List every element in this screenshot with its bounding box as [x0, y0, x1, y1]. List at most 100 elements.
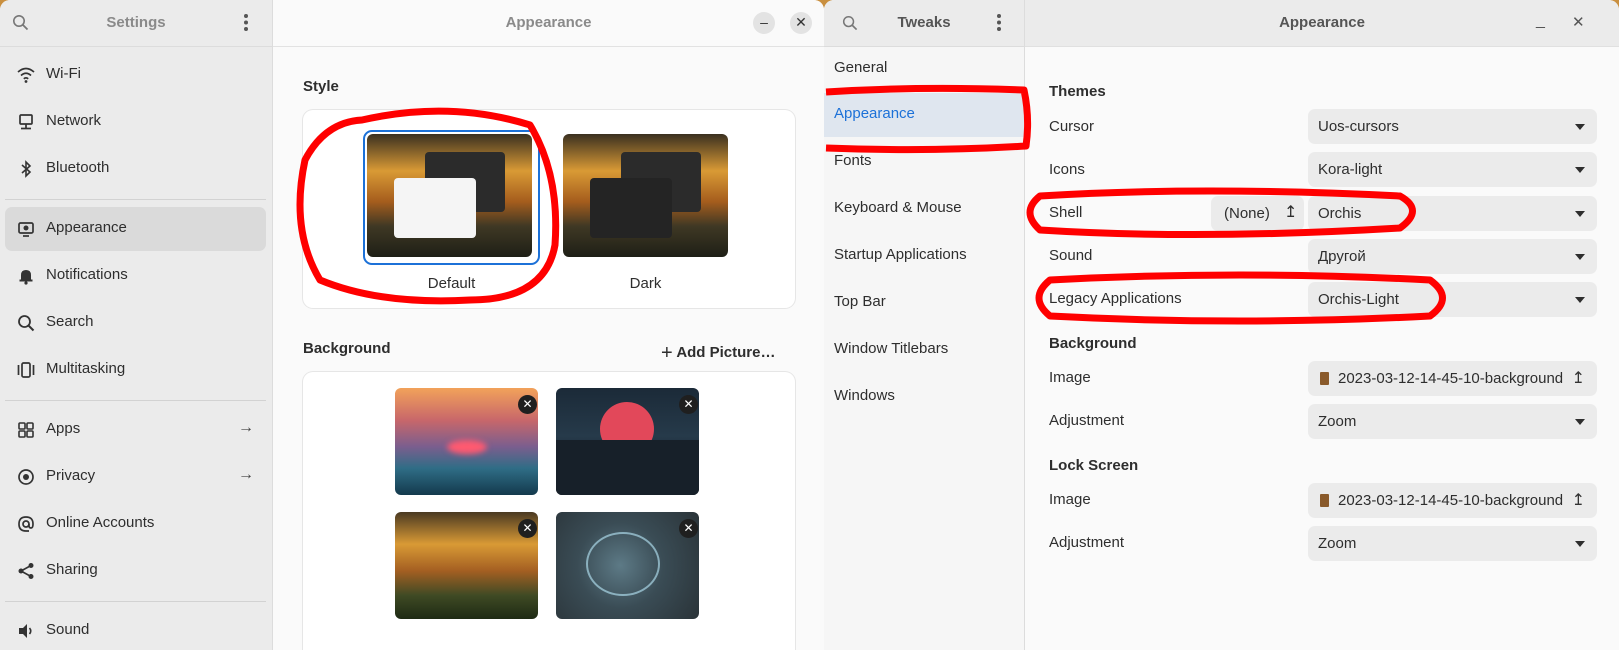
wallpaper-thumb[interactable]: [556, 512, 699, 619]
chevron-down-icon: [1575, 167, 1585, 173]
tweaks-nav-fonts[interactable]: Fonts: [824, 140, 1024, 184]
page-title: Appearance: [1279, 14, 1365, 31]
icons-label: Icons: [1049, 161, 1085, 178]
sidebar-item-appearance[interactable]: Appearance: [5, 207, 266, 251]
tweaks-nav-label: Fonts: [834, 152, 872, 169]
sound-dropdown[interactable]: Другой: [1308, 239, 1597, 274]
tweaks-window: Tweaks General Appearance Fonts Keyboard…: [824, 0, 1619, 650]
sidebar-item-sound[interactable]: Sound: [5, 609, 266, 650]
chevron-down-icon: [1575, 297, 1585, 303]
sidebar-item-search[interactable]: Search: [5, 301, 266, 345]
tweaks-nav-label: Window Titlebars: [834, 340, 949, 357]
style-dark-option[interactable]: [563, 134, 728, 257]
lock-image-chooser[interactable]: 2023-03-12-14-45-10-background ↥: [1308, 483, 1597, 518]
background-adjustment-dropdown[interactable]: Zoom: [1308, 404, 1597, 439]
menu-icon[interactable]: [996, 13, 1002, 32]
settings-main-header: Appearance – ✕: [273, 0, 824, 47]
style-section-title: Style: [303, 78, 339, 95]
tweaks-nav-startup-applications[interactable]: Startup Applications: [824, 234, 1024, 278]
image-file-icon: [1320, 372, 1329, 385]
sidebar-item-label: Bluetooth: [46, 159, 110, 176]
cursor-dropdown[interactable]: Uos-cursors: [1308, 109, 1597, 144]
sidebar-item-privacy[interactable]: Privacy →: [5, 455, 266, 499]
sidebar-item-bluetooth[interactable]: Bluetooth: [5, 147, 266, 191]
search-icon: [18, 315, 35, 332]
shell-label: Shell: [1049, 204, 1083, 221]
sidebar-item-label: Sharing: [46, 561, 98, 578]
style-dark-label: Dark: [629, 275, 662, 292]
sidebar-item-label: Appearance: [46, 219, 127, 236]
tweaks-nav-label: Keyboard & Mouse: [834, 199, 962, 216]
sound-value: Другой: [1318, 248, 1366, 265]
tweaks-nav-appearance[interactable]: Appearance: [824, 93, 1024, 137]
cursor-value: Uos-cursors: [1318, 118, 1399, 135]
remove-wallpaper-button[interactable]: ✕: [518, 395, 537, 414]
wifi-icon: [17, 67, 35, 83]
sidebar-item-apps[interactable]: Apps →: [5, 408, 266, 452]
close-button[interactable]: ✕: [1572, 13, 1585, 31]
remove-wallpaper-button[interactable]: ✕: [518, 519, 537, 538]
remove-wallpaper-button[interactable]: ✕: [679, 519, 698, 538]
legacy-value: Orchis-Light: [1318, 291, 1399, 308]
shell-none-button[interactable]: (None) ↥: [1211, 196, 1304, 231]
arrow-right-icon: →: [238, 419, 254, 436]
chevron-down-icon: [1575, 419, 1585, 425]
bell-icon: [19, 270, 33, 285]
tweaks-nav-top-bar[interactable]: Top Bar: [824, 281, 1024, 325]
image-file-icon: [1320, 494, 1329, 507]
sidebar-item-network[interactable]: Network: [5, 100, 266, 144]
sidebar-item-sharing[interactable]: Sharing: [5, 549, 266, 593]
sidebar-item-label: Apps: [46, 420, 81, 437]
minimize-button[interactable]: _: [1536, 12, 1545, 30]
add-picture-button[interactable]: + Add Picture…: [661, 340, 776, 364]
sidebar-item-notifications[interactable]: Notifications: [5, 254, 266, 298]
sidebar-separator: [5, 601, 266, 602]
sidebar-separator: [5, 400, 266, 401]
shell-dropdown[interactable]: Orchis: [1308, 196, 1597, 231]
add-picture-label: Add Picture…: [676, 344, 776, 361]
background-image-chooser[interactable]: 2023-03-12-14-45-10-background ↥: [1308, 361, 1597, 396]
wallpaper-thumb[interactable]: [395, 512, 538, 619]
sidebar-item-multitasking[interactable]: Multitasking: [5, 348, 266, 392]
lock-adjustment-dropdown[interactable]: Zoom: [1308, 526, 1597, 561]
minimize-button[interactable]: –: [753, 12, 775, 34]
background-adjustment-label: Adjustment: [1049, 412, 1125, 429]
default-style-preview: [367, 134, 532, 257]
style-default-option[interactable]: [363, 130, 540, 265]
tweaks-nav-windows[interactable]: Windows: [824, 375, 1024, 419]
tweaks-main: Appearance _ ✕ Themes Cursor Uos-cursors…: [1025, 0, 1619, 650]
icons-value: Kora-light: [1318, 161, 1383, 178]
settings-sidebar-header: Settings: [0, 0, 272, 47]
arrow-right-icon: →: [238, 466, 254, 483]
sidebar-item-label: Wi-Fi: [46, 65, 81, 82]
wallpaper-thumb[interactable]: [556, 388, 699, 495]
sidebar-item-label: Sound: [46, 621, 90, 638]
remove-wallpaper-button[interactable]: ✕: [679, 395, 698, 414]
settings-sidebar: Settings Wi-Fi Network Bluetooth Appeara…: [0, 0, 273, 650]
search-icon[interactable]: [842, 15, 858, 31]
shell-none-label: (None): [1224, 205, 1270, 222]
icons-dropdown[interactable]: Kora-light: [1308, 152, 1597, 187]
sidebar-item-online-accounts[interactable]: Online Accounts: [5, 502, 266, 546]
bluetooth-icon: [21, 160, 32, 178]
lock-image-value: 2023-03-12-14-45-10-background: [1338, 492, 1564, 509]
tweaks-nav-label: Startup Applications: [834, 246, 967, 263]
tweaks-nav-general[interactable]: General: [824, 47, 1024, 91]
close-button[interactable]: ✕: [790, 12, 812, 34]
menu-icon[interactable]: [243, 13, 249, 32]
tweaks-nav-window-titlebars[interactable]: Window Titlebars: [824, 328, 1024, 372]
multitasking-icon: [17, 362, 35, 378]
sun-glow: [447, 440, 487, 454]
tweaks-main-header: Appearance _ ✕: [1025, 0, 1619, 47]
speaker-icon: [19, 624, 32, 638]
tweaks-nav-keyboard-mouse[interactable]: Keyboard & Mouse: [824, 187, 1024, 231]
sound-label: Sound: [1049, 247, 1093, 264]
share-icon: [18, 563, 34, 579]
settings-window: Settings Wi-Fi Network Bluetooth Appeara…: [0, 0, 824, 650]
background-section-title: Background: [303, 340, 391, 357]
sidebar-item-wifi[interactable]: Wi-Fi: [5, 53, 266, 97]
chevron-down-icon: [1575, 124, 1585, 130]
lock-image-label: Image: [1049, 491, 1091, 508]
legacy-applications-dropdown[interactable]: Orchis-Light: [1308, 282, 1597, 317]
wallpaper-thumb[interactable]: [395, 388, 538, 495]
